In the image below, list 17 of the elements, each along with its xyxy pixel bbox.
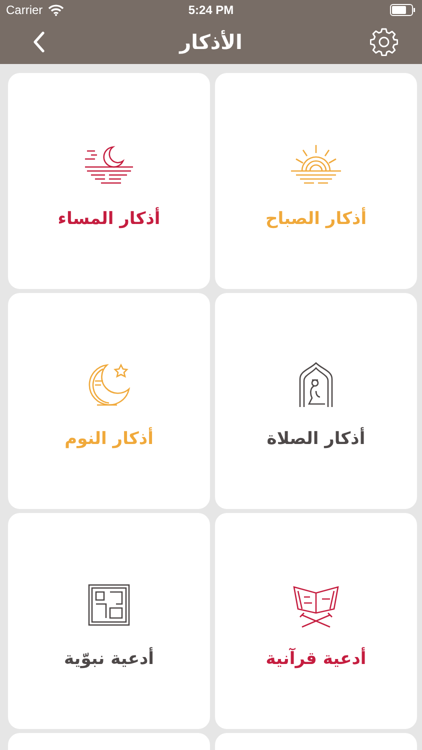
category-label: أدعية قرآنية: [266, 649, 366, 669]
category-label: أذكار المساء: [58, 209, 160, 229]
category-label: أدعية نبوّية: [64, 649, 154, 669]
clock-time: 5:24 PM: [188, 3, 234, 17]
category-label: أذكار الصلاة: [266, 429, 366, 449]
back-button[interactable]: [32, 31, 46, 53]
category-card[interactable]: أذكار الصلاة: [215, 293, 417, 509]
category-label: أذكار الصباح: [265, 209, 367, 229]
category-label: أذكار النوم: [64, 429, 154, 449]
settings-button[interactable]: [370, 28, 398, 56]
wifi-icon: [48, 4, 64, 16]
category-card[interactable]: أدعية نبوّية: [8, 513, 210, 729]
category-card[interactable]: أذكار المساء: [8, 73, 210, 289]
battery-icon: [390, 4, 416, 16]
category-card[interactable]: أدعية قرآنية: [215, 513, 417, 729]
screen-title: الأذكار: [180, 30, 242, 54]
carrier-label: Carrier: [6, 3, 43, 17]
